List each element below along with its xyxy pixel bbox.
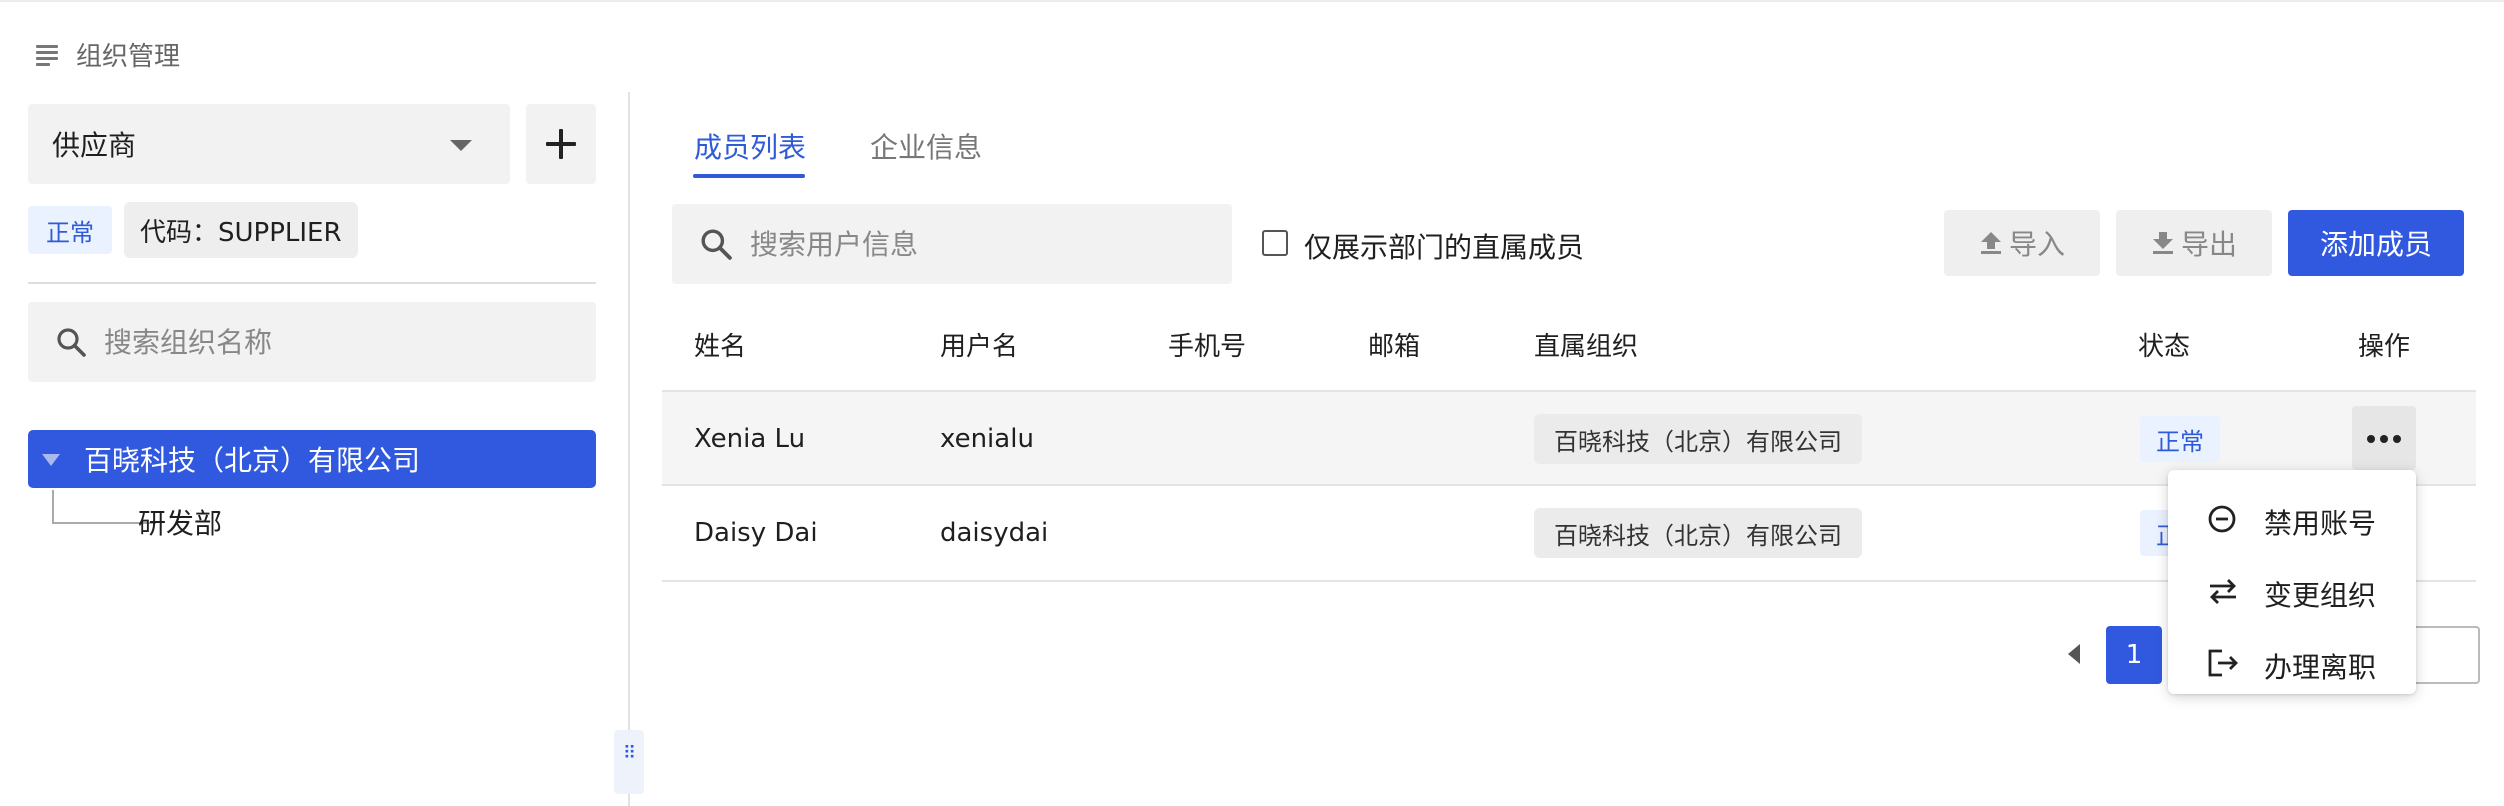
prev-page-icon[interactable] [2068,644,2080,664]
row-action-menu: 禁用账号 变更组织 办理离职 [2168,470,2416,694]
menu-item-label: 变更组织 [2264,579,2377,612]
page-title: 组织管理 [76,41,181,72]
swap-icon [2210,579,2236,604]
org-code-badge: 代码：SUPPLIER [124,202,358,258]
column-header-actions: 操作 [2358,332,2411,362]
cell-username: daisydai [940,518,1049,548]
add-member-button[interactable]: 添加成员 [2288,210,2464,276]
org-status-badge: 正常 [28,206,112,254]
caret-down-icon[interactable] [42,454,60,466]
column-header-org: 直属组织 [1534,332,1639,362]
tab-company-info[interactable]: 企业信息 [870,126,982,166]
column-header-email: 邮箱 [1368,332,1421,362]
member-search-box[interactable] [672,204,1232,284]
chevron-down-icon [450,140,472,151]
download-icon [2152,232,2173,254]
divider [28,282,596,284]
more-actions-button[interactable] [2352,406,2416,470]
minus-circle-icon [2208,505,2236,533]
org-type-select[interactable]: 供应商 [28,104,510,184]
menu-item-label: 办理离职 [2264,651,2377,684]
column-header-status: 状态 [2138,332,2191,362]
column-header-name: 姓名 [694,332,747,362]
page-header: 组织管理 [36,36,180,72]
org-search-input[interactable] [104,325,564,359]
panel-splitter [628,92,630,806]
column-header-phone: 手机号 [1168,332,1247,362]
tree-connector [52,490,54,524]
member-search-input[interactable] [750,227,1210,261]
search-icon [701,229,732,260]
tree-node-child[interactable]: 研发部 [138,502,222,542]
direct-members-checkbox[interactable] [1262,230,1288,256]
direct-members-label[interactable]: 仅展示部门的直属成员 [1304,226,1584,266]
menu-item-disable-account[interactable]: 禁用账号 [2168,484,2416,554]
tab-member-list[interactable]: 成员列表 [694,126,806,166]
export-button[interactable]: 导出 [2116,210,2272,276]
cell-name: Xenia Lu [694,424,806,454]
status-badge: 正常 [2140,416,2220,462]
menu-item-change-org[interactable]: 变更组织 [2168,556,2416,626]
org-type-select-value: 供应商 [52,129,137,162]
logout-icon [2208,649,2238,677]
export-button-label: 导出 [2180,228,2237,261]
import-button[interactable]: 导入 [1944,210,2100,276]
more-icon [2367,435,2375,443]
org-search-box[interactable] [28,302,596,382]
cell-name: Daisy Dai [694,518,818,548]
add-org-button[interactable] [526,104,596,184]
menu-item-resign[interactable]: 办理离职 [2168,628,2416,698]
org-chip: 百晓科技（北京）有限公司 [1534,508,1862,558]
org-chip: 百晓科技（北京）有限公司 [1534,414,1862,464]
search-icon [57,328,86,357]
import-button-label: 导入 [2008,228,2065,261]
page-button-current[interactable]: 1 [2106,626,2162,684]
top-border [0,0,2504,2]
tree-node-label: 百晓科技（北京）有限公司 [84,444,421,477]
menu-item-label: 禁用账号 [2264,507,2377,540]
active-tab-indicator [693,174,805,178]
drag-handle-icon[interactable]: ⠿ [614,730,644,794]
upload-icon [1980,232,2001,254]
menu-icon[interactable] [36,44,62,66]
column-header-username: 用户名 [940,332,1019,362]
tree-node-root[interactable]: 百晓科技（北京）有限公司 [28,430,596,488]
cell-username: xenialu [940,424,1034,454]
